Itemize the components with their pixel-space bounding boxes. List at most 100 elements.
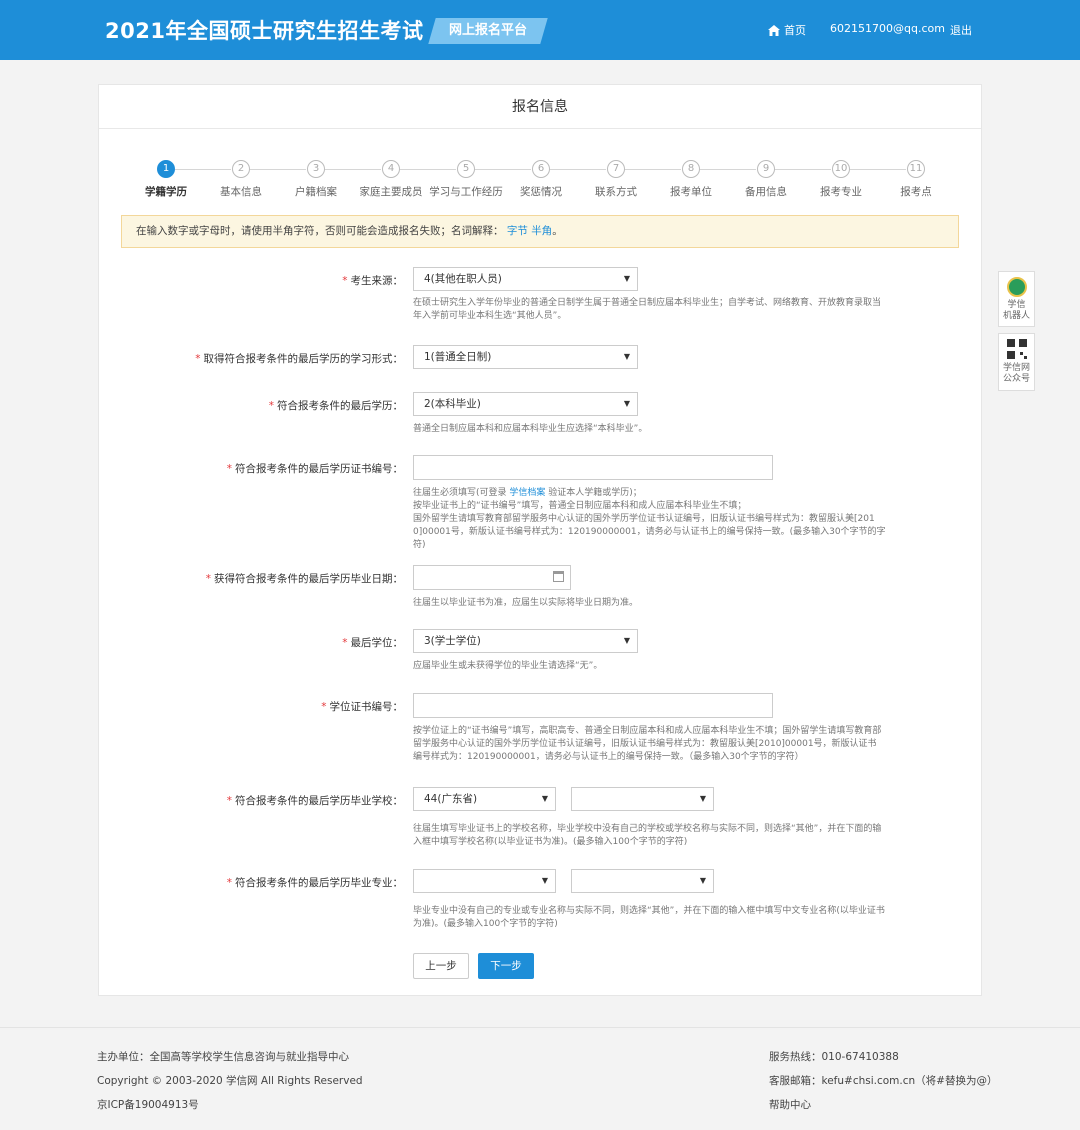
site-title: 2021年全国硕士研究生招生考试: [105, 19, 424, 43]
source-value: 4(其他在职人员): [424, 273, 502, 285]
cert-number-help: 往届生必须填写(可登录 学信档案 验证本人学籍或学历)； 按毕业证书上的“证书编…: [413, 488, 886, 550]
caret-down-icon: ▼: [541, 876, 548, 885]
step-number: 4: [382, 160, 400, 178]
step-6[interactable]: 6 奖惩情况: [501, 160, 581, 199]
step-number: 1: [157, 160, 175, 178]
major-label: * 符合报考条件的最后学历毕业专业：: [226, 877, 403, 889]
caret-down-icon: ▼: [623, 352, 630, 361]
xuexin-wechat-widget[interactable]: 学信网 公众号: [998, 333, 1035, 391]
major-name-select[interactable]: ▼: [571, 869, 714, 893]
source-help: 在硕士研究生入学年份毕业的普通全日制学生属于普通全日制应届本科毕业生；自学考试、…: [413, 298, 882, 321]
step-1[interactable]: 1 学籍学历: [126, 160, 206, 199]
platform-label: 网上报名平台: [448, 23, 527, 38]
step-label: 基本信息: [220, 186, 262, 198]
step-8[interactable]: 8 报考单位: [651, 160, 731, 199]
step-7[interactable]: 7 联系方式: [576, 160, 656, 199]
halfwidth-notice: 在输入数字或字母时，请使用半角字符，否则可能会造成报名失败；名词解释： 字节 半…: [121, 215, 959, 248]
grad-date-help: 往届生以毕业证书为准，应届生以实际将毕业日期为准。: [413, 598, 639, 608]
step-label: 报考点: [900, 186, 932, 198]
platform-badge: 网上报名平台: [428, 18, 548, 44]
required-mark: *: [342, 637, 348, 649]
qr-code-icon: [1006, 339, 1027, 359]
logout-link[interactable]: 退出: [950, 22, 972, 38]
caret-down-icon: ▼: [699, 876, 706, 885]
student-record-link[interactable]: 学信档案: [509, 488, 545, 498]
last-education-label: * 符合报考条件的最后学历：: [268, 400, 403, 412]
step-label: 备用信息: [745, 186, 787, 198]
major-category-select[interactable]: ▼: [413, 869, 556, 893]
caret-down-icon: ▼: [699, 794, 706, 803]
caret-down-icon: ▼: [541, 794, 548, 803]
notice-link-halfwidth[interactable]: 半角: [531, 225, 552, 237]
school-province-select[interactable]: 44(广东省) ▼: [413, 787, 556, 811]
required-mark: *: [268, 400, 274, 412]
registration-card: 报名信息 1 学籍学历 2 基本信息 3 户籍档案 4 家庭主要成员 5 学习与工作经历 …: [98, 84, 982, 996]
home-link[interactable]: 首页: [768, 22, 806, 38]
step-number: 2: [232, 160, 250, 178]
user-email[interactable]: 602151700@qq.com: [830, 22, 945, 35]
last-education-select[interactable]: 2(本科毕业) ▼: [413, 392, 638, 416]
last-education-help: 普通全日制应届本科和应届本科毕业生应选择“本科毕业”。: [413, 424, 648, 434]
calendar-icon[interactable]: [553, 571, 564, 582]
notice-end: 。: [552, 225, 563, 237]
last-degree-label: * 最后学位：: [342, 637, 403, 649]
step-number: 9: [757, 160, 775, 178]
required-mark: *: [226, 463, 232, 475]
required-mark: *: [321, 701, 327, 713]
degree-cert-help: 按学位证上的“证书编号”填写，高职高专、普通全日制应届本科和成人应届本科毕业生不…: [413, 726, 882, 762]
source-label: * 考生来源：: [342, 275, 403, 287]
step-label: 家庭主要成员: [359, 186, 423, 198]
degree-cert-label: * 学位证书编号：: [321, 701, 403, 713]
page-title: 报名信息: [99, 85, 981, 129]
step-10[interactable]: 10 报考专业: [801, 160, 881, 199]
cert-number-input[interactable]: [413, 455, 773, 480]
grad-date-input[interactable]: [413, 565, 571, 590]
required-mark: *: [195, 353, 201, 365]
last-education-value: 2(本科毕业): [424, 398, 481, 410]
step-number: 10: [832, 160, 850, 178]
caret-down-icon: ▼: [623, 399, 630, 408]
step-3[interactable]: 3 户籍档案: [276, 160, 356, 199]
step-number: 3: [307, 160, 325, 178]
school-name-select[interactable]: ▼: [571, 787, 714, 811]
cert-number-label: * 符合报考条件的最后学历证书编号：: [226, 463, 403, 475]
step-number: 11: [907, 160, 925, 178]
step-number: 6: [532, 160, 550, 178]
step-4[interactable]: 4 家庭主要成员: [351, 160, 431, 199]
step-number: 7: [607, 160, 625, 178]
page-footer: 主办单位：全国高等学校学生信息咨询与就业指导中心 Copyright © 200…: [0, 1027, 1080, 1130]
xuexin-robot-widget[interactable]: 学信 机器人: [998, 271, 1035, 327]
footer-help-link[interactable]: 帮助中心: [769, 1097, 811, 1112]
caret-down-icon: ▼: [623, 274, 630, 283]
grad-date-label: * 获得符合报考条件的最后学历毕业日期：: [205, 573, 403, 585]
step-number: 5: [457, 160, 475, 178]
home-label: 首页: [784, 24, 806, 37]
last-degree-value: 3(学士学位): [424, 635, 481, 647]
school-province-value: 44(广东省): [424, 793, 478, 805]
study-form-select[interactable]: 1(普通全日制) ▼: [413, 345, 638, 369]
footer-icp[interactable]: 京ICP备19004913号: [97, 1097, 199, 1112]
footer-organizer: 主办单位：全国高等学校学生信息咨询与就业指导中心: [97, 1051, 349, 1063]
step-label: 学籍学历: [145, 186, 187, 198]
step-number: 8: [682, 160, 700, 178]
required-mark: *: [226, 795, 232, 807]
study-form-label: * 取得符合报考条件的最后学历的学习形式：: [195, 353, 403, 365]
required-mark: *: [205, 573, 211, 585]
notice-link-byte[interactable]: 字节: [507, 225, 528, 237]
step-5[interactable]: 5 学习与工作经历: [426, 160, 506, 199]
last-degree-help: 应届毕业生或未获得学位的毕业生请选择“无”。: [413, 661, 603, 671]
step-label: 报考单位: [670, 186, 712, 198]
school-help: 往届生填写毕业证书上的学校名称，毕业学校中没有自己的学校或学校名称与实际不同，则…: [413, 824, 882, 847]
required-mark: *: [226, 877, 232, 889]
prev-step-button[interactable]: 上一步: [413, 953, 469, 979]
last-degree-select[interactable]: 3(学士学位) ▼: [413, 629, 638, 653]
notice-text: 在输入数字或字母时，请使用半角字符，否则可能会造成报名失败；名词解释：: [136, 225, 504, 237]
step-2[interactable]: 2 基本信息: [201, 160, 281, 199]
source-select[interactable]: 4(其他在职人员) ▼: [413, 267, 638, 291]
step-9[interactable]: 9 备用信息: [726, 160, 806, 199]
step-label: 户籍档案: [295, 186, 337, 198]
step-label: 联系方式: [595, 186, 637, 198]
step-11[interactable]: 11 报考点: [876, 160, 956, 199]
degree-cert-input[interactable]: [413, 693, 773, 718]
next-step-button[interactable]: 下一步: [478, 953, 534, 979]
